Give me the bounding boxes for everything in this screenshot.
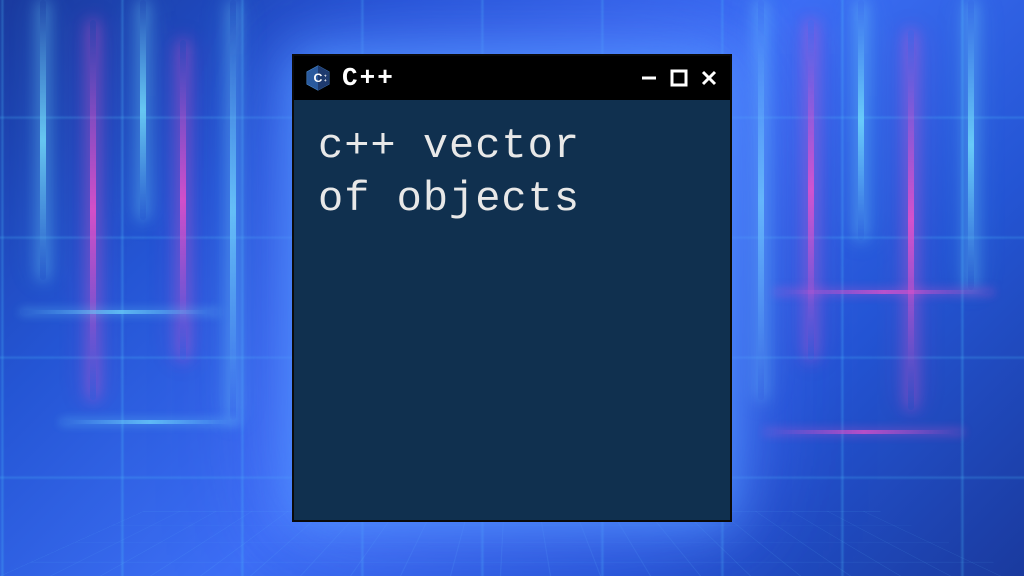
window-title: C++ — [342, 63, 628, 93]
svg-text:C: C — [314, 71, 323, 85]
svg-text:+: + — [324, 78, 327, 83]
window-controls — [638, 67, 720, 89]
titlebar[interactable]: C + + C++ — [294, 56, 730, 100]
close-button[interactable] — [698, 67, 720, 89]
maximize-button[interactable] — [668, 67, 690, 89]
window-content: c++ vector of objects — [294, 100, 730, 520]
cpp-icon: C + + — [304, 64, 332, 92]
content-text: c++ vector of objects — [318, 120, 706, 225]
minimize-button[interactable] — [638, 67, 660, 89]
terminal-window: C + + C++ c++ vector of objects — [292, 54, 732, 522]
